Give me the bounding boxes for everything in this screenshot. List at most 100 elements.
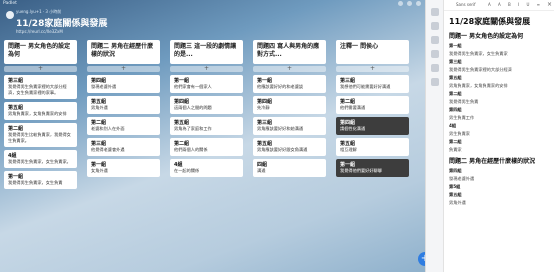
settings-icon[interactable] bbox=[407, 1, 412, 6]
post-body: 他覺得老婆會外遇 bbox=[91, 147, 125, 152]
rail-icon-4[interactable] bbox=[431, 50, 439, 58]
doc-line: 發現老婆外遇 bbox=[449, 176, 475, 181]
add-card-button[interactable]: + bbox=[253, 66, 326, 72]
board-url[interactable]: https://reurl.cc/Xe3ZxM bbox=[16, 29, 206, 34]
post-body: 男角外遇 bbox=[91, 105, 108, 110]
post-body: 這兩個人之間的問題 bbox=[174, 105, 212, 110]
post-card[interactable]: 第二組 老婆和別人在外面 bbox=[87, 117, 160, 135]
column-1: 問題一 男女角色的設定為何 + 第三組 我覺得男生負責家裡的大部分經濟，女生負責家裡的… bbox=[4, 40, 77, 189]
column-4: 問題四 寫人與男角的應對方式... + 第一組 他應該要好好的和老婆談 第四組 先冷靜 第三… bbox=[253, 40, 326, 177]
post-card[interactable]: 第四組 這兩個人之間的問題 bbox=[170, 96, 243, 114]
padlet-board: Padlet yueng.lyu+1 · 3 小時前 11/28家庭關係與發展 … bbox=[0, 0, 425, 272]
post-card[interactable]: 第四組 發現老婆外遇 bbox=[87, 75, 160, 93]
post-card[interactable]: 第五組 男角負責家，女角負責家的安排 bbox=[4, 102, 77, 120]
post-card[interactable]: 第四組 先冷靜 bbox=[253, 96, 326, 114]
doc-line: 第五組 bbox=[449, 75, 462, 80]
post-body: 男角應該要好好和她溝通 bbox=[257, 126, 304, 131]
post-body: 我想他們可能需要好好溝通 bbox=[340, 84, 391, 89]
doc-line: 第五組 bbox=[449, 192, 462, 197]
add-card-button[interactable]: + bbox=[336, 66, 409, 72]
post-body: 老婆和別人在外面 bbox=[91, 126, 125, 131]
post-body: 溝通 bbox=[257, 168, 266, 173]
column-title[interactable]: 問題四 寫人與男角的應對方式... bbox=[253, 40, 326, 64]
column-title[interactable]: 問題三 這一段的劇情讓的是... bbox=[170, 40, 243, 64]
doc-panel: Sans serif A A B I U ≡ × 11/28家庭關係與發展 問題… bbox=[443, 0, 554, 272]
doc-toolbar: Sans serif A A B I U ≡ × bbox=[444, 0, 554, 11]
format-icons[interactable]: A A B I U ≡ bbox=[488, 2, 543, 7]
doc-line: 第二組 bbox=[449, 91, 462, 96]
post-card[interactable]: 第五組 男角為了家庭和工作 bbox=[170, 117, 243, 135]
post-body: 男角為了家庭和工作 bbox=[174, 126, 212, 131]
post-body: 他應該要好好的和老婆談 bbox=[257, 84, 304, 89]
add-card-button[interactable]: + bbox=[170, 66, 243, 72]
doc-heading: 問題二 男角在經歷什麼樣的狀況 bbox=[449, 158, 536, 165]
column-title[interactable]: 問題一 男女角色的設定為何 bbox=[4, 40, 77, 64]
doc-title: 11/28家庭關係與發展 bbox=[449, 17, 531, 26]
post-card[interactable]: 第二組 我覺得男生比較負責家，我覺得女生負責家。 bbox=[4, 123, 77, 147]
post-card[interactable]: 第五組 男角應該要好好跟女角溝通 bbox=[253, 138, 326, 156]
rail-icon-1[interactable] bbox=[431, 8, 439, 16]
doc-line: 我覺得男生負責家，女生負責家 bbox=[449, 51, 508, 56]
post-body: 我覺得他們要好好聊聊 bbox=[340, 168, 382, 173]
post-card[interactable]: 第一組 他應該要好好的和老婆談 bbox=[253, 75, 326, 93]
board-topbar: Padlet bbox=[0, 0, 425, 8]
post-body: 男角負責家，女角負責家的安排 bbox=[8, 111, 67, 116]
doc-line: 負責家 bbox=[449, 147, 462, 152]
post-body: 我覺得男生比較負責家，我覺得女生負責家。 bbox=[8, 132, 71, 143]
avatar[interactable] bbox=[6, 11, 14, 19]
post-body: 我覺得男生負責家，女生負責 bbox=[8, 180, 63, 185]
post-card[interactable]: 第三組 我想他們可能需要好好溝通 bbox=[336, 75, 409, 93]
column-5: 注釋一 問侯心 + 第三組 我想他們可能需要好好溝通 第二組 他們需要溝通 第四組 請個性化溝… bbox=[336, 40, 409, 177]
post-body: 請個性化溝通 bbox=[340, 126, 366, 131]
add-post-button[interactable]: + bbox=[418, 252, 425, 266]
post-body: 他們家會有一個家人 bbox=[174, 84, 212, 89]
column-title[interactable]: 注釋一 問侯心 bbox=[336, 40, 409, 64]
post-body: 我覺得男生負責家裡的大部分經濟，女生負責家裡的家事。 bbox=[8, 84, 67, 95]
post-card[interactable]: 第三組 他覺得老婆會外遇 bbox=[87, 138, 160, 156]
post-body: 他們兩個人的關係 bbox=[174, 147, 208, 152]
post-card[interactable]: 第二組 他們需要溝通 bbox=[336, 96, 409, 114]
doc-line: 我覺得男生負責家裡的大部分經濟 bbox=[449, 67, 512, 72]
post-card[interactable]: 第一組 女角外遇 bbox=[87, 159, 160, 177]
post-card[interactable]: 4組 在一起的關係 bbox=[170, 159, 243, 177]
doc-heading: 問題一 男女角色的設定為何 bbox=[449, 33, 524, 40]
doc-line: 男生負責工作 bbox=[449, 115, 475, 120]
post-card[interactable]: 第一組 他們家會有一個家人 bbox=[170, 75, 243, 93]
rail-icon-6[interactable] bbox=[431, 78, 439, 86]
post-body: 女角外遇 bbox=[91, 168, 108, 173]
rail-icon-3[interactable] bbox=[431, 36, 439, 44]
close-icon[interactable]: × bbox=[547, 1, 552, 8]
post-body: 他們需要溝通 bbox=[340, 105, 366, 110]
column-2: 問題二 男角在經歷什麼樣的狀況 + 第四組 發現老婆外遇 第五組 男角外遇 第二組 老婆和別人… bbox=[87, 40, 160, 177]
post-card[interactable]: 4組 我覺得男生負責家，女生負責家。 bbox=[4, 150, 77, 168]
post-body: 先冷靜 bbox=[257, 105, 270, 110]
doc-line: 男角外遇 bbox=[449, 200, 466, 205]
rail-icon-5[interactable] bbox=[431, 64, 439, 72]
doc-line: 男角負責家，女角負責家的安排 bbox=[449, 83, 508, 88]
share-icon[interactable] bbox=[398, 1, 403, 6]
post-card[interactable]: 第一組 我覺得男生負責家，女生負責 bbox=[4, 171, 77, 189]
font-select[interactable]: Sans serif bbox=[456, 2, 476, 7]
doc-line: 第一組 bbox=[449, 43, 462, 48]
post-card[interactable]: 第五組 男角外遇 bbox=[87, 96, 160, 114]
add-card-button[interactable]: + bbox=[87, 66, 160, 72]
post-card[interactable]: 第三組 男角應該要好好和她溝通 bbox=[253, 117, 326, 135]
post-card[interactable]: 第三組 我覺得男生負責家裡的大部分經濟，女生負責家裡的家事。 bbox=[4, 75, 77, 99]
post-body: 在一起的關係 bbox=[174, 168, 200, 173]
brand-logo[interactable]: Padlet bbox=[3, 1, 17, 6]
doc-line: 第5組 bbox=[449, 184, 461, 189]
rail-icon-2[interactable] bbox=[431, 22, 439, 30]
post-card[interactable]: 第二組 他們兩個人的關係 bbox=[170, 138, 243, 156]
post-card[interactable]: 第一組 我覺得他們要好好聊聊 bbox=[336, 159, 409, 177]
post-card[interactable]: 第五組 相互理解 bbox=[336, 138, 409, 156]
post-card[interactable]: 四組 溝通 bbox=[253, 159, 326, 177]
column-3: 問題三 這一段的劇情讓的是... + 第一組 他們家會有一個家人 第四組 這兩個人之間的問… bbox=[170, 40, 243, 177]
more-icon[interactable] bbox=[416, 1, 421, 6]
doc-line: 第四組 bbox=[449, 168, 462, 173]
doc-body[interactable]: 11/28家庭關係與發展 問題一 男女角色的設定為何 第一組我覺得男生負責家，女生… bbox=[444, 11, 554, 211]
post-card[interactable]: 第四組 請個性化溝通 bbox=[336, 117, 409, 135]
add-card-button[interactable]: + bbox=[4, 66, 77, 72]
post-body: 我覺得男生負責家，女生負責家。 bbox=[8, 159, 71, 164]
post-body: 發現老婆外遇 bbox=[91, 84, 117, 89]
column-title[interactable]: 問題二 男角在經歷什麼樣的狀況 bbox=[87, 40, 160, 64]
